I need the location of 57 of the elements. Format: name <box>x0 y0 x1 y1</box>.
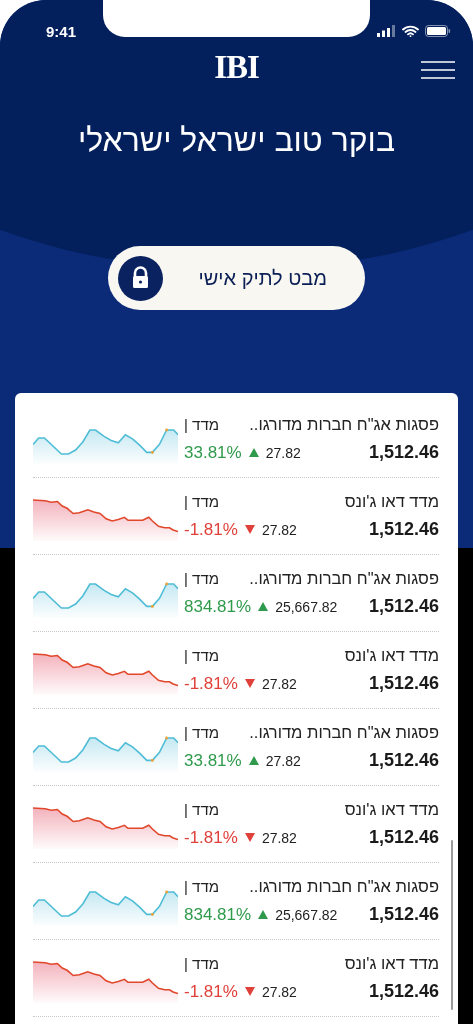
up-triangle-icon <box>258 910 269 919</box>
greeting-title: בוקר טוב ישראל ישראלי <box>77 122 396 159</box>
change-percent: -1.81% <box>184 827 238 848</box>
change-value: 25,667.82 <box>275 906 338 923</box>
menu-icon[interactable] <box>421 61 455 79</box>
index-type: מדד | <box>184 647 219 664</box>
index-name[interactable]: מדד דאו ג'ונס <box>344 800 439 819</box>
index-name[interactable]: פסגות אג"ח חברות מדורגו.. <box>249 415 439 434</box>
change-percent: 834.81% <box>184 904 252 925</box>
change-value: 27.82 <box>261 675 297 692</box>
change-value: 27.82 <box>265 752 301 769</box>
index-value: 1,512.46 <box>368 673 439 694</box>
index-type: מדד | <box>184 724 219 741</box>
change-percent: 33.81% <box>184 750 242 771</box>
logo: IBI <box>214 49 259 87</box>
change-value: 27.82 <box>265 444 301 461</box>
change-value: 27.82 <box>261 521 297 538</box>
battery-icon <box>425 25 451 37</box>
index-type: מדד | <box>184 493 219 510</box>
index-value: 1,512.46 <box>368 904 439 925</box>
index-name[interactable]: מדד דאו ג'ונס <box>344 646 439 665</box>
change-percent: -1.81% <box>184 519 238 540</box>
index-value: 1,512.46 <box>368 519 439 540</box>
down-triangle-icon <box>244 679 255 688</box>
index-value: 1,512.46 <box>368 750 439 771</box>
index-type: מדד | <box>184 955 219 972</box>
change-value: 25,667.82 <box>275 598 338 615</box>
down-triangle-icon <box>244 833 255 842</box>
up-triangle-icon <box>248 756 259 765</box>
down-triangle-icon <box>244 987 255 996</box>
signal-icon <box>377 25 396 37</box>
change-percent: 33.81% <box>184 442 242 463</box>
index-type: מדד | <box>184 878 219 895</box>
index-name[interactable]: פסגות אג"ח חברות מדורגו.. <box>249 569 439 588</box>
index-name[interactable]: מדד דאו ג'ונס <box>344 954 439 973</box>
change-value: 27.82 <box>261 983 297 1000</box>
status-time: 9:41 <box>46 22 77 40</box>
index-value: 1,512.46 <box>368 981 439 1002</box>
index-value: 1,512.46 <box>368 827 439 848</box>
lock-icon <box>118 255 163 301</box>
index-type: מדד | <box>184 416 219 433</box>
change-percent: -1.81% <box>184 673 238 694</box>
up-triangle-icon <box>248 448 259 457</box>
change-value: 27.82 <box>261 829 297 846</box>
portfolio-button[interactable]: מבט לתיק אישי <box>108 246 365 310</box>
wifi-icon <box>402 25 419 37</box>
up-triangle-icon <box>258 602 269 611</box>
index-type: מדד | <box>184 570 219 587</box>
change-percent: -1.81% <box>184 981 238 1002</box>
index-name[interactable]: מדד דאו ג'ונס <box>344 492 439 511</box>
index-type: מדד | <box>184 801 219 818</box>
index-value: 1,512.46 <box>368 442 439 463</box>
down-triangle-icon <box>244 525 255 534</box>
index-value: 1,512.46 <box>368 596 439 617</box>
index-name[interactable]: פסגות אג"ח חברות מדורגו.. <box>249 723 439 742</box>
index-name[interactable]: פסגות אג"ח חברות מדורגו.. <box>249 877 439 896</box>
change-percent: 834.81% <box>184 596 252 617</box>
